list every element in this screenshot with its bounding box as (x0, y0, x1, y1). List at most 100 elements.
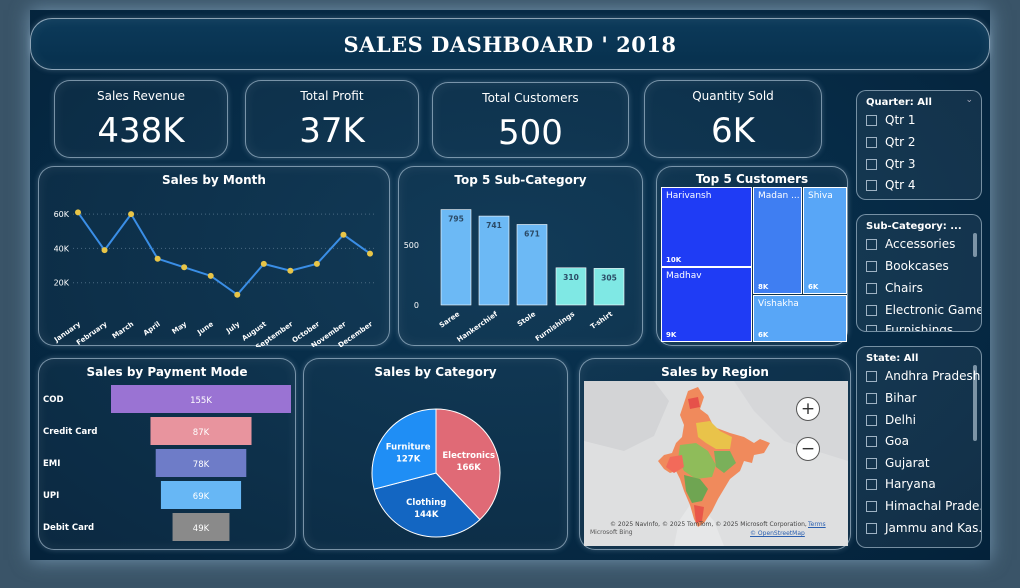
slicer-item-label: Qtr 4 (885, 178, 916, 192)
zoom-in-button[interactable]: + (796, 397, 820, 421)
checkbox[interactable] (866, 114, 877, 126)
slicer-item-label: Qtr 1 (885, 113, 916, 127)
treemap-tile[interactable]: Madan ... 8K (753, 187, 802, 294)
data-label: 87K (193, 428, 210, 438)
slicer-item[interactable]: Furnishings (866, 323, 954, 332)
kpi-quantity-sold[interactable]: Quantity Sold 6K (644, 80, 822, 158)
checkbox[interactable] (866, 238, 877, 250)
subcategory-slicer[interactable]: Sub-Category: ... Accessories Bookcases … (856, 214, 982, 332)
checkbox[interactable] (866, 158, 877, 170)
tile-value: 9K (666, 331, 677, 339)
checkbox[interactable] (866, 304, 877, 316)
terms-link[interactable]: Terms (808, 521, 826, 528)
sales-by-category-chart: Electronics 166K Clothing 144K Furniture 127K (371, 408, 501, 538)
slicer-item[interactable]: Qtr 2 (866, 135, 916, 149)
kpi-value: 6K (711, 111, 755, 151)
data-label: 78K (193, 460, 210, 470)
checkbox[interactable] (866, 414, 877, 426)
data-label: 310 (563, 273, 579, 282)
treemap-tile[interactable]: Harivansh 10K (661, 187, 752, 267)
slicer-item[interactable]: Goa (866, 434, 909, 448)
data-point (260, 260, 267, 267)
sales-by-payment-panel[interactable]: Sales by Payment Mode COD 155K Credit Card… (38, 358, 296, 550)
checkbox[interactable] (866, 392, 877, 404)
slicer-item[interactable]: Qtr 3 (866, 157, 916, 171)
tile-value: 6K (808, 283, 819, 291)
slicer-item[interactable]: Chairs (866, 281, 923, 295)
x-tick-label: T-shirt (589, 310, 615, 331)
zoom-out-button[interactable]: − (796, 437, 820, 461)
kpi-total-profit[interactable]: Total Profit 37K (245, 80, 419, 158)
quarter-slicer[interactable]: Quarter: All ⌄ Qtr 1 Qtr 2 Qtr 3 Qtr 4 (856, 90, 982, 200)
slicer-item[interactable]: Andhra Pradesh (866, 369, 980, 383)
sales-by-month-panel[interactable]: Sales by Month 20K 40K 60K January February M… (38, 166, 390, 347)
category-label: Debit Card (43, 523, 94, 533)
slicer-item[interactable]: Gujarat (866, 456, 930, 470)
checkbox[interactable] (866, 136, 877, 148)
data-point (154, 255, 161, 262)
slicer-item-label: Electronic Games (885, 303, 982, 317)
kpi-sales-revenue[interactable]: Sales Revenue 438K (54, 80, 228, 158)
sales-by-region-panel[interactable]: Sales by Region + − Microsoft Bing © 202… (579, 358, 851, 550)
slicer-header: State: All (866, 353, 919, 364)
slicer-item-label: Furnishings (885, 323, 954, 332)
region-map[interactable]: + − Microsoft Bing © 2025 NavInfo, © 202… (584, 381, 848, 546)
treemap-tile[interactable]: Vishakha 6K (753, 295, 847, 342)
treemap-tile[interactable]: Madhav 9K (661, 267, 752, 342)
top-customers-panel[interactable]: Top 5 Customers Harivansh 10K Madhav 9K Mada… (656, 166, 848, 346)
checkbox[interactable] (866, 282, 877, 294)
x-tick-label: May (171, 320, 189, 336)
y-tick-label: 60K (54, 210, 70, 219)
slicer-item-label: Andhra Pradesh (885, 369, 981, 383)
slicer-header: Sub-Category: ... (866, 221, 962, 232)
tile-name: Harivansh (666, 191, 712, 201)
checkbox[interactable] (866, 457, 877, 469)
x-tick-label: July (224, 320, 242, 336)
checkbox[interactable] (866, 260, 877, 272)
slicer-item-label: Accessories (885, 237, 956, 251)
slicer-item-label: Qtr 2 (885, 135, 916, 149)
dashboard-frame: SALES DASHBOARD ' 2018 Sales Revenue 438… (30, 10, 990, 560)
sales-by-category-panel[interactable]: Sales by Category Electronics 166K Clothin… (303, 358, 568, 550)
osm-link[interactable]: © OpenStreetMap (750, 530, 805, 537)
data-point (101, 247, 108, 254)
checkbox[interactable] (866, 324, 877, 331)
slicer-item[interactable]: Jammu and Kas... (866, 521, 981, 535)
slicer-item[interactable]: Electronic Games (866, 303, 982, 317)
treemap-tile[interactable]: Shiva 6K (803, 187, 847, 294)
slicer-item-label: Qtr 3 (885, 157, 916, 171)
checkbox[interactable] (866, 179, 877, 191)
tile-name: Shiva (808, 191, 833, 201)
slicer-header: Quarter: All (866, 97, 932, 108)
checkbox[interactable] (866, 522, 877, 534)
slicer-item[interactable]: Qtr 1 (866, 113, 916, 127)
tile-value: 6K (758, 331, 769, 339)
kpi-total-customers[interactable]: Total Customers 500 (432, 82, 629, 158)
slice-value: 166K (457, 463, 482, 473)
slicer-item[interactable]: Himachal Prade... (866, 499, 982, 513)
y-tick-label: 20K (54, 279, 70, 288)
slicer-item[interactable]: Accessories (866, 237, 955, 251)
slicer-item[interactable]: Bookcases (866, 259, 949, 273)
x-tick-label: March (111, 320, 135, 340)
slicer-item[interactable]: Haryana (866, 477, 936, 491)
slicer-item[interactable]: Qtr 4 (866, 178, 916, 192)
checkbox[interactable] (866, 500, 877, 512)
data-label: 305 (601, 273, 617, 282)
kpi-value: 500 (498, 113, 563, 153)
x-tick-label: Saree (438, 310, 461, 330)
slicer-item[interactable]: Bihar (866, 391, 916, 405)
state-slicer[interactable]: State: All Andhra Pradesh Bihar Delhi Go… (856, 346, 982, 548)
category-label: UPI (43, 491, 59, 501)
sales-by-payment-chart: COD 155K Credit Card 87K EMI 78K UPI 69K Debit C… (43, 385, 291, 541)
slice-value: 144K (414, 510, 439, 520)
scrollbar[interactable] (973, 233, 977, 257)
checkbox[interactable] (866, 478, 877, 490)
chevron-down-icon[interactable]: ⌄ (965, 95, 973, 105)
top-subcategory-panel[interactable]: Top 5 Sub-Category 0 500 795 Saree 741 Hanker… (398, 166, 643, 346)
slicer-item-label: Himachal Prade... (885, 499, 982, 513)
slicer-item[interactable]: Delhi (866, 413, 916, 427)
slicer-item-label: Chairs (885, 281, 923, 295)
checkbox[interactable] (866, 370, 877, 382)
checkbox[interactable] (866, 435, 877, 447)
